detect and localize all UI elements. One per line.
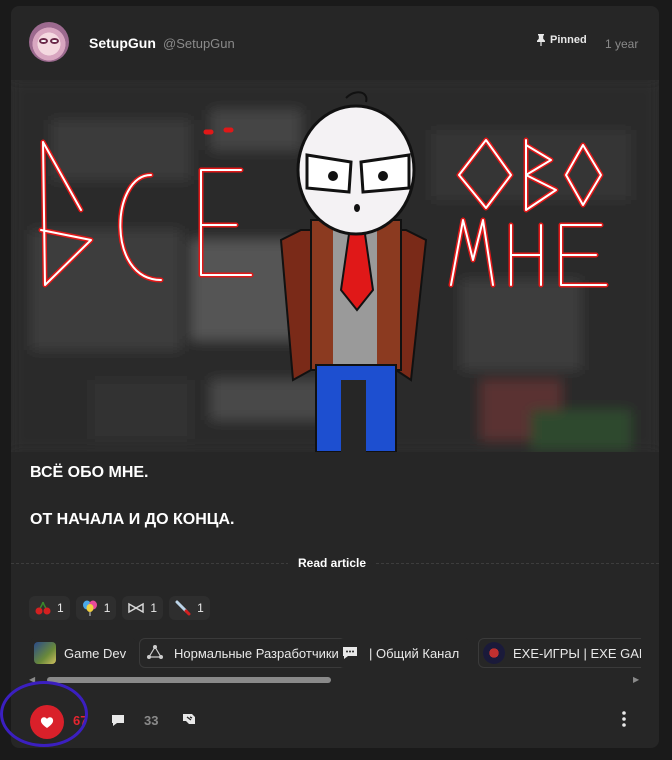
reaction-count: 1: [150, 601, 158, 615]
reaction-cherries[interactable]: 1: [29, 596, 70, 620]
knife-icon: [175, 600, 191, 616]
balloons-icon: [82, 600, 97, 616]
heart-icon: [40, 716, 54, 728]
channel-chip-general[interactable]: | Общий Канал: [338, 638, 471, 668]
pinned-badge: Pinned: [536, 34, 587, 46]
channel-label: | Общий Канал: [369, 645, 460, 661]
channel-chip-normal-devs[interactable]: Нормальные Разработчики: [139, 638, 350, 668]
channel-label: Нормальные Разработчики: [174, 645, 339, 661]
reaction-count: 1: [57, 601, 64, 615]
post-header: SetupGun @SetupGun Pinned 1 year: [11, 6, 659, 80]
author-handle: @SetupGun: [163, 36, 235, 51]
channel-label: Game Dev: [64, 645, 127, 661]
avatar-eye-right: [50, 38, 59, 44]
post-text-line-1: ВСЁ ОБО МНЕ.: [30, 464, 149, 481]
channel-tags: Game Dev Нормальные Разработчики | Общий…: [29, 638, 641, 668]
reaction-count: 1: [197, 601, 204, 615]
reaction-balloons[interactable]: 1: [75, 596, 117, 620]
post-footer: 67 33: [11, 696, 659, 742]
reaction-count: 1: [103, 601, 111, 615]
comment-icon[interactable]: [110, 712, 126, 728]
reaction-ribbon[interactable]: 1: [122, 596, 164, 620]
post-text-line-2: ОТ НАЧАЛА И ДО КОНЦА.: [30, 511, 235, 528]
channel-chip-exe-games[interactable]: EXE-ИГРЫ | EXE GAM: [478, 638, 641, 668]
ribbon-icon: [128, 602, 145, 614]
like-button[interactable]: [30, 705, 64, 739]
post-banner-image[interactable]: [11, 80, 659, 452]
avatar[interactable]: [29, 22, 69, 62]
avatar-eye-left: [39, 38, 48, 44]
cherries-icon: [35, 601, 51, 615]
exe-avatar: [483, 642, 505, 664]
post-card: SetupGun @SetupGun Pinned 1 year ВСЁ ОБО…: [11, 6, 659, 748]
comment-count: 33: [144, 713, 159, 728]
scrollbar-thumb[interactable]: [47, 677, 331, 683]
like-count: 67: [73, 713, 88, 728]
author-name[interactable]: SetupGun: [89, 35, 156, 51]
post-time: 1 year: [605, 37, 639, 51]
share-icon[interactable]: [181, 711, 197, 727]
chat-icon: [343, 647, 357, 659]
game-dev-avatar: [34, 642, 56, 664]
read-article-link[interactable]: Read article: [288, 555, 377, 571]
pin-icon: [537, 34, 545, 46]
network-icon: [147, 645, 163, 659]
channel-scrollbar[interactable]: ◀ ▶: [29, 675, 641, 685]
reaction-knife[interactable]: 1: [169, 596, 210, 620]
channel-label: EXE-ИГРЫ | EXE GAM: [513, 645, 641, 661]
scroll-left-icon[interactable]: ◀: [29, 675, 37, 685]
scroll-right-icon[interactable]: ▶: [633, 675, 641, 685]
channel-chip-game-dev[interactable]: Game Dev: [29, 638, 138, 668]
pinned-label: Pinned: [550, 34, 587, 46]
more-options-icon[interactable]: [616, 710, 632, 728]
reactions-row: 1 1 1 1: [29, 596, 210, 620]
